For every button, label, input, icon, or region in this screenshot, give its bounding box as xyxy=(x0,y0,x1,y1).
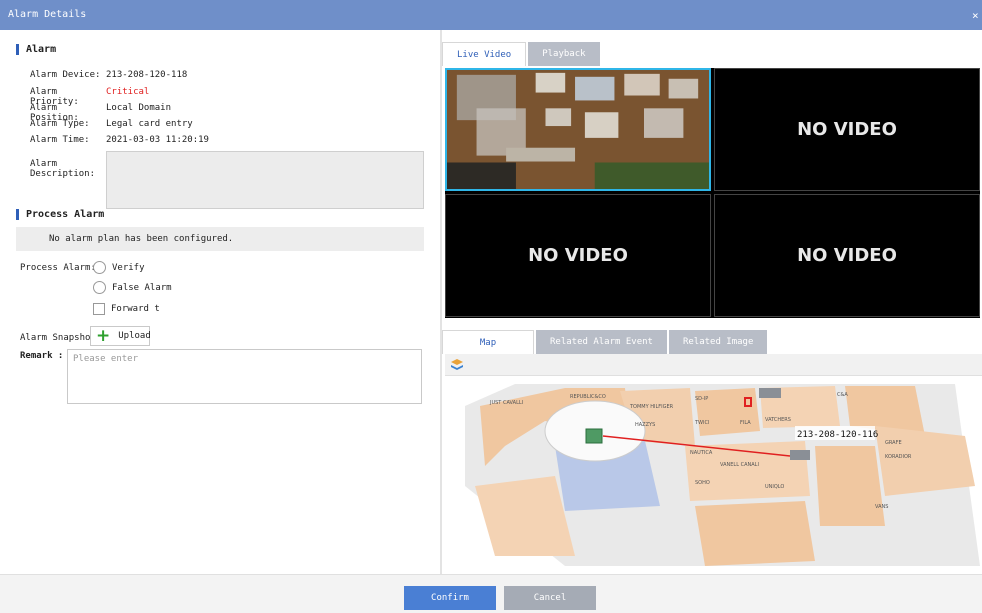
field-label: Alarm Position: xyxy=(30,103,79,123)
checkbox-label: Forward t xyxy=(111,304,160,314)
store-label: NAUTICA xyxy=(690,450,713,456)
info-tabs: Map Related Alarm Event Related Image xyxy=(442,330,769,354)
video-cell-2[interactable]: NO VIDEO xyxy=(714,68,980,191)
tab-playback[interactable]: Playback xyxy=(528,42,600,66)
alarm-heading-text: Alarm xyxy=(26,44,57,55)
desc-label-line1: Alarm xyxy=(30,159,58,169)
remark-input[interactable]: Please enter xyxy=(67,349,422,404)
dialog-title-bar: Alarm Details × xyxy=(0,0,982,30)
store-label: VANS xyxy=(875,504,888,510)
process-alarm-label: Process Alarm: xyxy=(20,263,96,273)
alarm-description-label: Alarm Description: xyxy=(30,159,96,179)
section-marker xyxy=(16,44,19,55)
field-label: Alarm Time: xyxy=(30,135,90,145)
alarm-info-panel: Alarm Alarm Device: 213-208-120-118 Alar… xyxy=(0,30,440,574)
store-label: UNIQLO xyxy=(765,484,784,490)
close-icon[interactable]: × xyxy=(972,9,982,23)
radio-circle[interactable] xyxy=(93,261,106,274)
video-grid: NO VIDEO NO VIDEO NO VIDEO xyxy=(445,68,980,318)
checkbox-box[interactable] xyxy=(93,303,105,315)
media-panel: Live Video Playback NO VIDEO NO VIDEO NO… xyxy=(442,30,982,574)
map-view[interactable]: 213-208-120-116 JUST CAVALLI REPUBLIC&CO… xyxy=(445,354,982,572)
no-plan-message: No alarm plan has been configured. xyxy=(16,227,424,251)
video-cell-4[interactable]: NO VIDEO xyxy=(714,194,980,317)
store-label: VATCHERS xyxy=(765,417,791,423)
store-label: VANELL CANALI xyxy=(720,462,759,468)
video-cell-1[interactable] xyxy=(445,68,711,191)
store-label: C&A xyxy=(837,392,848,398)
upload-button[interactable]: + Upload xyxy=(90,326,151,346)
cancel-button[interactable]: Cancel xyxy=(504,586,596,610)
alarm-priority-row: Alarm Priority: Critical xyxy=(30,87,150,107)
desc-label-line2: Description: xyxy=(30,169,96,179)
store-label: HAZZYS xyxy=(635,422,655,428)
alarm-section-heading: Alarm xyxy=(16,44,56,55)
forward-checkbox[interactable]: Forward t xyxy=(93,303,160,315)
floor-plan: 213-208-120-116 JUST CAVALLI REPUBLIC&CO… xyxy=(465,384,980,566)
false-alarm-radio[interactable]: False Alarm xyxy=(93,281,172,294)
upload-label: Upload xyxy=(118,331,151,341)
tab-related-image[interactable]: Related Image xyxy=(668,330,768,354)
alarm-time-value: 2021-03-03 11:20:19 xyxy=(106,135,209,145)
field-label: Alarm Device: xyxy=(30,70,101,80)
radio-label: False Alarm xyxy=(112,282,172,293)
alarm-priority-value: Critical xyxy=(106,87,150,97)
store-label: JUST CAVALLI xyxy=(489,400,523,406)
dialog-title: Alarm Details xyxy=(8,9,87,20)
process-heading-text: Process Alarm xyxy=(26,209,105,220)
tab-related-alarm-event[interactable]: Related Alarm Event xyxy=(536,330,667,354)
alarm-device-row: Alarm Device: 213-208-120-118 xyxy=(30,70,187,82)
store-label: GRAFE xyxy=(885,440,902,446)
plus-icon: + xyxy=(96,326,111,346)
remark-label: Remark : xyxy=(20,351,64,361)
confirm-button[interactable]: Confirm xyxy=(404,586,496,610)
alarm-type-row: Alarm Type: Legal card entry xyxy=(30,119,193,131)
store-label: TOMMY HILFIGER xyxy=(629,404,674,410)
alarm-position-value: Local Domain xyxy=(106,103,172,113)
tab-map[interactable]: Map xyxy=(442,330,534,354)
video-cell-3[interactable]: NO VIDEO xyxy=(445,194,711,317)
radio-circle[interactable] xyxy=(93,281,106,294)
store-label: TWICI xyxy=(694,420,709,426)
dialog-footer: Confirm Cancel xyxy=(0,574,982,613)
map-toolbar xyxy=(445,354,982,376)
process-section-heading: Process Alarm xyxy=(16,209,104,220)
store-label: KORADIOR xyxy=(885,454,912,460)
section-marker xyxy=(16,209,19,220)
alarm-description-field xyxy=(106,151,424,209)
verify-radio[interactable]: Verify xyxy=(93,261,145,274)
camera-icon[interactable] xyxy=(790,450,810,460)
radio-label: Verify xyxy=(112,262,145,273)
alarm-position-row: Alarm Position: Local Domain xyxy=(30,103,172,123)
camera-icon-2[interactable] xyxy=(759,388,781,398)
camera-name-label: 213-208-120-116 xyxy=(797,430,878,440)
alarm-time-row: Alarm Time: 2021-03-03 11:20:19 xyxy=(30,135,209,147)
device-marker-icon[interactable] xyxy=(585,428,603,444)
field-label: Alarm Priority: xyxy=(30,87,79,107)
alarm-device-value: 213-208-120-118 xyxy=(106,70,188,80)
store-label: SOHO xyxy=(695,480,710,486)
alarm-type-value: Legal card entry xyxy=(106,119,193,129)
store-label: FILA xyxy=(740,420,751,426)
layers-icon[interactable] xyxy=(450,358,464,372)
field-label: Alarm Type: xyxy=(30,119,90,129)
video-tabs: Live Video Playback xyxy=(442,42,602,66)
store-label: REPUBLIC&CO xyxy=(570,394,606,400)
live-feed-image xyxy=(447,70,709,189)
store-label: SD-IP xyxy=(695,396,708,402)
tab-live-video[interactable]: Live Video xyxy=(442,42,527,66)
